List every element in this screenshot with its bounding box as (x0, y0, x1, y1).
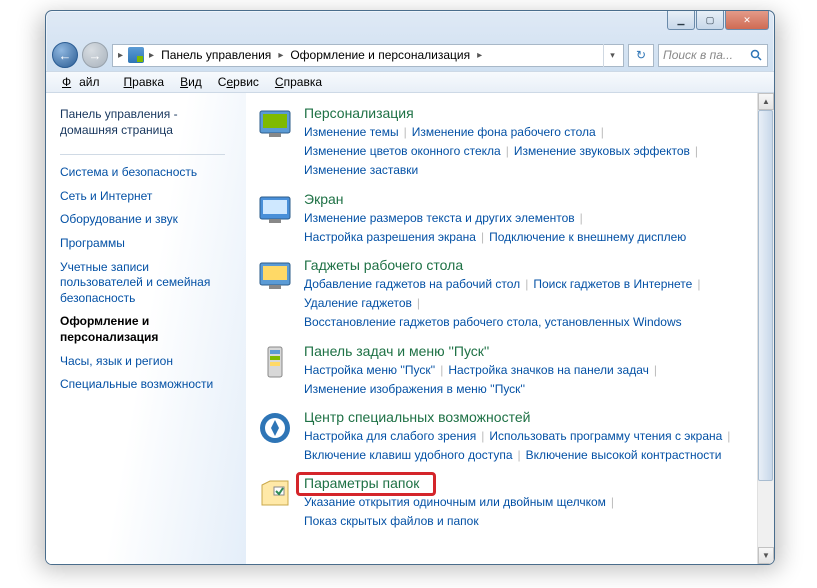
breadcrumb-segment[interactable]: Панель управления (157, 48, 275, 62)
forward-button[interactable]: → (82, 42, 108, 68)
breadcrumb-arrow-icon[interactable]: ▸ (275, 50, 286, 61)
breadcrumb-arrow-icon[interactable]: ▸ (146, 50, 157, 61)
link-separator: | (649, 363, 662, 377)
sidebar: Панель управления - домашняя страница Си… (46, 93, 246, 564)
category-title[interactable]: Центр специальных возможностей (304, 409, 746, 427)
divider (60, 154, 225, 155)
category-icon (254, 191, 296, 233)
content-area: ПерсонализацияИзменение темы|Изменение ф… (246, 93, 774, 564)
control-panel-window: ▁ ▢ ✕ ← → ▸ ▸ Панель управления ▸ Оформл… (45, 10, 775, 565)
titlebar: ▁ ▢ ✕ (46, 11, 774, 39)
sidebar-item-network[interactable]: Сеть и Интернет (60, 185, 230, 209)
link-separator: | (501, 144, 514, 158)
link-separator: | (476, 230, 489, 244)
category-link[interactable]: Изменение звуковых эффектов (514, 144, 690, 158)
link-separator: | (513, 448, 526, 462)
category-link[interactable]: Указание открытия одиночным или двойным … (304, 495, 606, 509)
control-panel-icon (128, 47, 144, 63)
sidebar-home-link[interactable]: Панель управления - домашняя страница (60, 103, 230, 148)
category-link[interactable]: Настройка меню ''Пуск'' (304, 363, 435, 377)
navigation-bar: ← → ▸ ▸ Панель управления ▸ Оформление и… (46, 39, 774, 71)
category-link[interactable]: Изменение фона рабочего стола (412, 125, 596, 139)
scroll-down-button[interactable]: ▼ (758, 547, 774, 564)
category-link[interactable]: Изменение темы (304, 125, 399, 139)
category-4: Центр специальных возможностей Настройка … (254, 409, 746, 465)
category-link[interactable]: Изменение заставки (304, 163, 418, 177)
sidebar-item-users[interactable]: Учетные записи пользователей и семейная … (60, 256, 230, 311)
menu-edit[interactable]: Правка (116, 73, 173, 91)
breadcrumb-segment[interactable]: Оформление и персонализация (286, 48, 474, 62)
link-separator: | (596, 125, 609, 139)
link-separator: | (692, 277, 705, 291)
sidebar-item-clock[interactable]: Часы, язык и регион (60, 350, 230, 374)
category-link[interactable]: Изменение цветов оконного стекла (304, 144, 501, 158)
sidebar-item-appearance[interactable]: Оформление и персонализация (60, 310, 230, 349)
category-link[interactable]: Настройка для слабого зрения (304, 429, 476, 443)
category-title[interactable]: Персонализация (304, 105, 746, 123)
category-icon (254, 475, 296, 517)
sidebar-item-hardware[interactable]: Оборудование и звук (60, 208, 230, 232)
link-separator: | (722, 429, 735, 443)
category-icon (254, 343, 296, 385)
category-link[interactable]: Удаление гаджетов (304, 296, 412, 310)
category-link[interactable]: Использовать программу чтения с экрана (489, 429, 722, 443)
scroll-up-button[interactable]: ▲ (758, 93, 774, 110)
category-icon (254, 257, 296, 299)
category-link[interactable]: Восстановление гаджетов рабочего стола, … (304, 315, 682, 329)
category-title[interactable]: Панель задач и меню ''Пуск'' (304, 343, 746, 361)
category-1: Экран Изменение размеров текста и других … (254, 191, 746, 247)
category-icon (254, 105, 296, 147)
category-link[interactable]: Включение высокой контрастности (526, 448, 722, 462)
menu-help[interactable]: Справка (267, 73, 330, 91)
link-separator: | (606, 495, 619, 509)
link-separator: | (399, 125, 412, 139)
sidebar-item-accessibility[interactable]: Специальные возможности (60, 373, 230, 397)
category-0: ПерсонализацияИзменение темы|Изменение ф… (254, 105, 746, 181)
close-button[interactable]: ✕ (725, 11, 769, 30)
scroll-track[interactable] (758, 110, 774, 547)
menu-view[interactable]: Вид (172, 73, 210, 91)
address-dropdown-icon[interactable]: ▾ (603, 44, 621, 67)
search-icon (750, 49, 763, 62)
link-separator: | (520, 277, 533, 291)
category-link[interactable]: Настройка разрешения экрана (304, 230, 476, 244)
link-separator: | (690, 144, 703, 158)
category-2: Гаджеты рабочего стола Добавление гаджето… (254, 257, 746, 333)
category-link[interactable]: Настройка значков на панели задач (448, 363, 649, 377)
menu-tools[interactable]: Сервис (210, 73, 267, 91)
scroll-thumb[interactable] (758, 110, 773, 481)
category-link[interactable]: Изменение размеров текста и других элеме… (304, 211, 575, 225)
category-link[interactable]: Изменение изображения в меню ''Пуск'' (304, 382, 525, 396)
scrollbar: ▲ ▼ (757, 93, 774, 564)
category-link[interactable]: Подключение к внешнему дисплею (489, 230, 686, 244)
refresh-button[interactable]: ↻ (628, 44, 654, 67)
link-separator: | (575, 211, 588, 225)
search-placeholder: Поиск в па... (663, 48, 733, 62)
category-title[interactable]: Параметры папок (304, 475, 746, 493)
category-3: Панель задач и меню ''Пуск'' Настройка ме… (254, 343, 746, 399)
link-separator: | (435, 363, 448, 377)
category-icon (254, 409, 296, 451)
category-5: Параметры папок Указание открытия одиночн… (254, 475, 746, 531)
sidebar-item-programs[interactable]: Программы (60, 232, 230, 256)
menu-bar: Файл Правка Вид Сервис Справка (46, 71, 774, 93)
search-input[interactable]: Поиск в па... (658, 44, 768, 67)
category-title[interactable]: Гаджеты рабочего стола (304, 257, 746, 275)
category-link[interactable]: Включение клавиш удобного доступа (304, 448, 513, 462)
breadcrumb-arrow-icon[interactable]: ▸ (474, 50, 485, 61)
category-link[interactable]: Показ скрытых файлов и папок (304, 514, 479, 528)
category-title[interactable]: Экран (304, 191, 746, 209)
maximize-button[interactable]: ▢ (696, 11, 724, 30)
address-bar[interactable]: ▸ ▸ Панель управления ▸ Оформление и пер… (112, 44, 624, 67)
back-button[interactable]: ← (52, 42, 78, 68)
category-link[interactable]: Поиск гаджетов в Интернете (533, 277, 692, 291)
history-dropdown-icon[interactable]: ▸ (115, 50, 126, 61)
menu-file[interactable]: Файл (54, 73, 116, 91)
link-separator: | (412, 296, 425, 310)
minimize-button[interactable]: ▁ (667, 11, 695, 30)
link-separator: | (476, 429, 489, 443)
sidebar-item-system[interactable]: Система и безопасность (60, 161, 230, 185)
category-link[interactable]: Добавление гаджетов на рабочий стол (304, 277, 520, 291)
